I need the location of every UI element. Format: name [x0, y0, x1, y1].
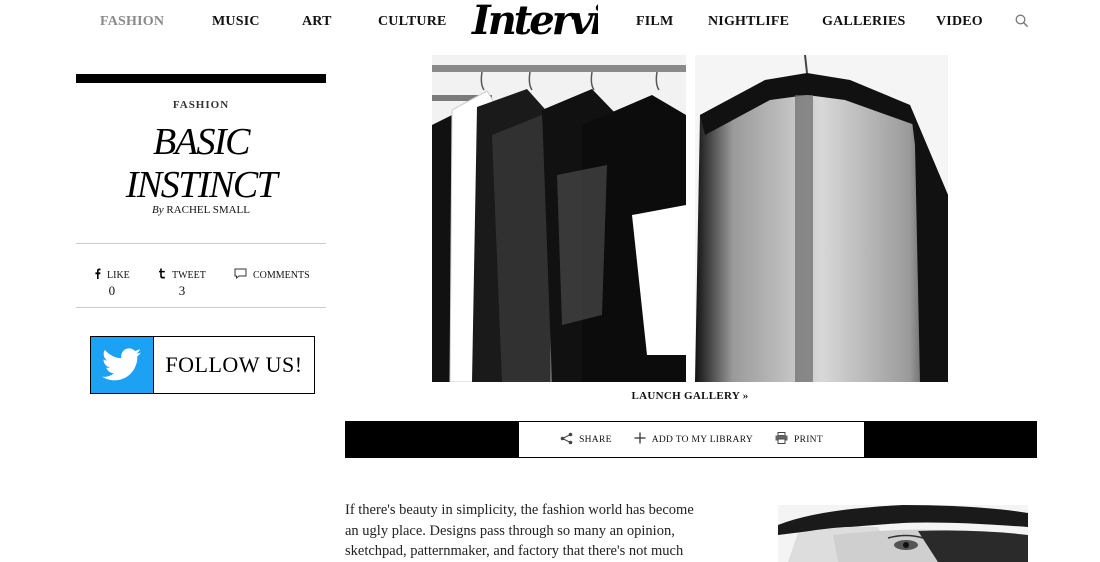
gallery-image-clothing-rack[interactable]	[432, 55, 686, 382]
tweet-label: TWEET	[172, 269, 206, 281]
nav-nightlife[interactable]: NIGHTLIFE	[708, 14, 789, 30]
body-line: sketchpad, patternmaker, and factory tha…	[345, 543, 684, 559]
like-button[interactable]: LIKE 0	[94, 268, 130, 299]
tweet-count: 3	[178, 283, 186, 298]
like-label: LIKE	[107, 269, 130, 281]
byline: By RACHEL SMALL	[76, 204, 326, 216]
author-link[interactable]: RACHEL SMALL	[166, 204, 250, 216]
add-to-library-button[interactable]: ADD TO MY LIBRARY	[634, 432, 753, 447]
tweet-button[interactable]: TWEET 3	[158, 268, 206, 299]
search-icon[interactable]	[1015, 14, 1029, 28]
share-bar: SHARE ADD TO MY LIBRARY PRINT	[345, 421, 1037, 458]
nav-video[interactable]: VIDEO	[936, 14, 983, 30]
add-to-library-label: ADD TO MY LIBRARY	[651, 434, 753, 445]
svg-text:Interview: Interview	[471, 0, 598, 44]
print-label: PRINT	[793, 434, 823, 445]
like-count: 0	[108, 283, 116, 298]
portrait-image[interactable]	[778, 505, 1028, 562]
nav-film[interactable]: FILM	[636, 14, 673, 30]
share-label: SHARE	[579, 434, 612, 445]
nav-art[interactable]: ART	[302, 14, 332, 30]
section-top-bar	[76, 74, 326, 83]
share-actions: SHARE ADD TO MY LIBRARY PRINT	[518, 421, 865, 458]
print-button[interactable]: PRINT	[775, 432, 823, 447]
article-body: If there's beauty in simplicity, the fas…	[345, 500, 710, 562]
plus-icon	[634, 432, 646, 447]
printer-icon	[775, 432, 788, 447]
launch-gallery-link[interactable]: LAUNCH GALLERY »	[560, 390, 820, 402]
follow-us-label: FOLLOW US!	[153, 337, 314, 393]
facebook-icon	[94, 268, 101, 282]
section-label[interactable]: FASHION	[76, 99, 326, 111]
nav-music[interactable]: MUSIC	[212, 14, 260, 30]
nav-galleries[interactable]: GALLERIES	[822, 14, 906, 30]
twitter-t-icon	[158, 268, 166, 282]
article-title-line-1: BASIC	[153, 121, 250, 163]
nav-fashion[interactable]: FASHION	[100, 14, 164, 30]
follow-us-button[interactable]: FOLLOW US!	[90, 336, 315, 394]
divider-top	[76, 243, 326, 244]
share-button[interactable]: SHARE	[560, 432, 612, 448]
nav-culture[interactable]: CULTURE	[378, 14, 447, 30]
divider-bottom	[76, 307, 326, 308]
body-line: an ugly place. Designs pass through so m…	[345, 522, 675, 539]
comments-button[interactable]: COMMENTS	[234, 268, 310, 282]
article-title-line-2: INSTINCT	[125, 164, 278, 206]
share-icon	[560, 432, 573, 448]
body-line: If there's beauty in simplicity, the fas…	[345, 502, 694, 518]
twitter-bird-icon	[91, 337, 153, 393]
byline-prefix: By	[152, 204, 164, 216]
article-title: BASIC INSTINCT	[76, 121, 326, 207]
interview-logo[interactable]: Interview	[470, 0, 664, 58]
comments-label: COMMENTS	[253, 269, 310, 281]
gallery-image-sheer-blouse[interactable]	[695, 55, 948, 382]
comment-bubble-icon	[234, 268, 247, 282]
